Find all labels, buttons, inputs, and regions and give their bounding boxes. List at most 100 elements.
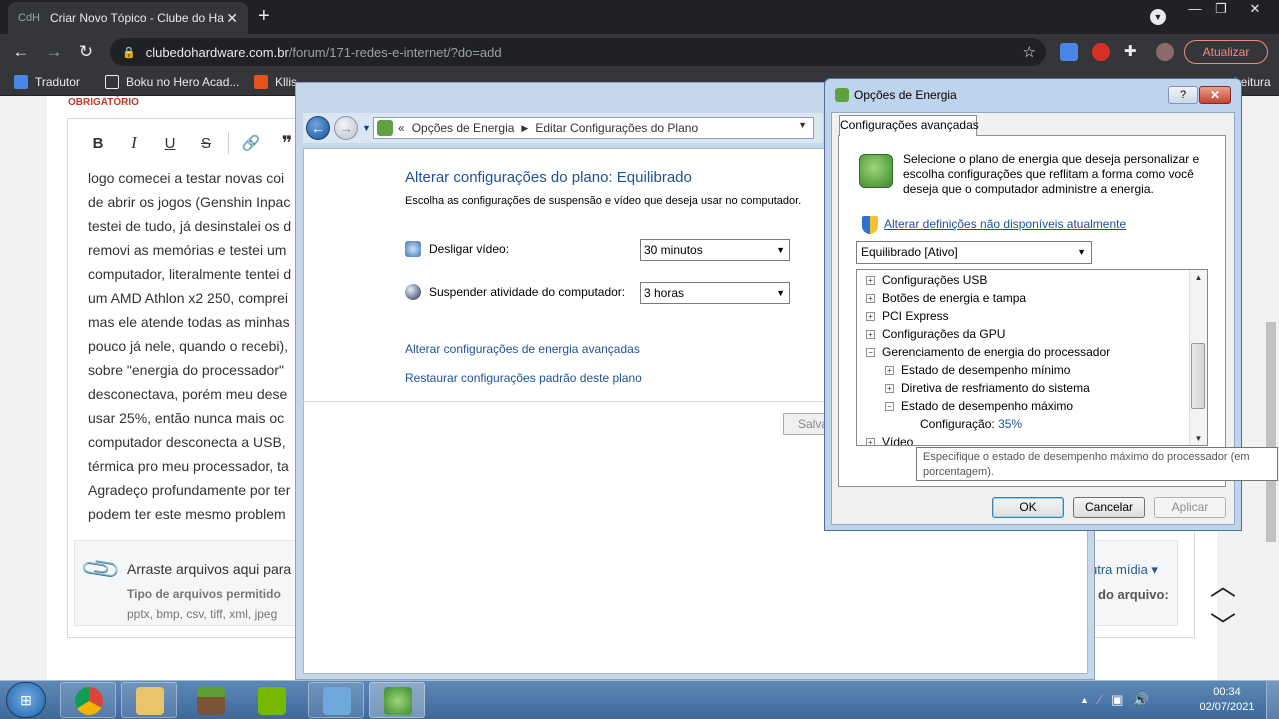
tab-search-icon[interactable]: ▼ xyxy=(1150,9,1166,25)
cancel-button[interactable]: Cancelar xyxy=(1073,497,1145,518)
link-icon[interactable]: 🔗 xyxy=(233,134,269,152)
volume-icon[interactable]: 🔊 xyxy=(1133,692,1149,708)
restore-icon[interactable]: ❐ xyxy=(1206,0,1236,18)
nvidia-task[interactable] xyxy=(243,682,299,718)
address-dropdown-icon[interactable]: ▼ xyxy=(798,120,807,130)
breadcrumb-item[interactable]: Opções de Energia xyxy=(412,121,515,135)
bookmark-item[interactable]: Kllis xyxy=(254,75,297,89)
text-line: mas ele atende todas as minhas xyxy=(88,314,290,330)
chevron-down-icon: ▼ xyxy=(1077,247,1086,257)
expand-icon[interactable]: + xyxy=(866,293,875,303)
editor-body-text[interactable]: logo comecei a testar novas coi de abrir… xyxy=(88,166,298,526)
profile-avatar[interactable] xyxy=(1156,43,1174,61)
bold-button[interactable]: B xyxy=(80,135,116,152)
collapse-icon[interactable]: − xyxy=(866,347,875,357)
control-panel-task[interactable] xyxy=(308,682,364,718)
strikethrough-button[interactable]: S xyxy=(188,135,224,152)
close-tab-icon[interactable]: ✕ xyxy=(226,10,238,27)
close-button[interactable]: ✕ xyxy=(1199,86,1231,104)
tree-item-max-state[interactable]: − Estado de desempenho máximo xyxy=(885,399,1073,413)
start-button[interactable]: ⊞ xyxy=(6,682,46,718)
scroll-down-icon[interactable]: ﹀ xyxy=(1210,606,1236,643)
chevron-down-icon: ▼ xyxy=(776,245,785,255)
power-plan-select[interactable]: Equilibrado [Ativo] ▼ xyxy=(856,241,1092,264)
show-desktop-button[interactable] xyxy=(1266,681,1279,719)
battery-plug-icon xyxy=(384,687,412,715)
tree-item-gpu[interactable]: + Configurações da GPU xyxy=(866,327,1005,341)
tree-item-video[interactable]: + Vídeo xyxy=(866,435,913,445)
update-button[interactable]: Atualizar xyxy=(1184,40,1268,64)
expand-icon[interactable]: + xyxy=(866,329,875,339)
back-icon[interactable]: ← xyxy=(306,116,330,140)
page-scroll-thumb[interactable] xyxy=(1266,322,1276,542)
ok-button[interactable]: OK xyxy=(992,497,1064,518)
url-domain: clubedohardware.com.br xyxy=(145,44,289,60)
text-line: desconectava, porém meu dese xyxy=(88,386,288,402)
back-icon[interactable]: ← xyxy=(10,42,32,62)
network-icon[interactable]: ▣ xyxy=(1111,692,1123,708)
adblock-extension-icon[interactable] xyxy=(1092,43,1110,61)
close-window-icon[interactable]: ✕ xyxy=(1240,0,1270,18)
new-tab-icon[interactable]: + xyxy=(258,5,270,28)
nvidia-icon xyxy=(258,687,286,715)
bookmark-item[interactable]: Tradutor xyxy=(14,75,80,89)
tree-item-processor-power[interactable]: − Gerenciamento de energia do processador xyxy=(866,345,1110,359)
bookmark-star-icon[interactable]: ☆ xyxy=(1023,43,1036,61)
setting-value[interactable]: 35% xyxy=(998,417,1022,431)
breadcrumb[interactable]: « Opções de Energia ▶ Editar Configuraçõ… xyxy=(373,117,814,139)
clock[interactable]: 00:34 02/07/2021 xyxy=(1196,685,1258,715)
minecraft-task[interactable] xyxy=(182,682,238,718)
history-dropdown-icon[interactable]: ▼ xyxy=(362,123,371,133)
scroll-up-icon[interactable]: ︿ xyxy=(1210,566,1236,603)
forward-icon[interactable]: → xyxy=(43,42,65,62)
uac-shield-icon xyxy=(862,216,878,234)
tree-item-min-state[interactable]: + Estado de desempenho mínimo xyxy=(885,363,1070,377)
restore-defaults-link[interactable]: Restaurar configurações padrão deste pla… xyxy=(405,371,642,385)
explorer-task[interactable] xyxy=(121,682,177,718)
expand-icon[interactable]: + xyxy=(885,365,894,375)
power-options-icon xyxy=(377,120,393,136)
display-off-select[interactable]: 30 minutos ▼ xyxy=(640,239,790,261)
translate-extension-icon[interactable] xyxy=(1060,43,1078,61)
help-button[interactable]: ? xyxy=(1168,86,1198,104)
tab-advanced-settings[interactable]: Configurações avançadas xyxy=(839,115,979,136)
scroll-up-icon[interactable]: ▲ xyxy=(1190,273,1207,282)
tree-item-cooling-policy[interactable]: + Diretiva de resfriamento do sistema xyxy=(885,381,1090,395)
expand-icon[interactable]: + xyxy=(866,437,875,445)
tree-item-setting[interactable]: Configuração: 35% xyxy=(920,417,1022,431)
other-media-button[interactable]: utra mídia ▾ xyxy=(1090,562,1158,578)
tree-item-pci-express[interactable]: + PCI Express xyxy=(866,309,949,323)
underline-button[interactable]: U xyxy=(152,135,188,152)
expand-icon[interactable]: + xyxy=(866,275,875,285)
advanced-settings-link[interactable]: Alterar configurações de energia avançad… xyxy=(405,342,640,356)
save-button[interactable]: Salva xyxy=(783,413,828,435)
power-options-task[interactable] xyxy=(369,682,425,718)
tree-item-usb[interactable]: + Configurações USB xyxy=(866,273,987,287)
battery-plug-icon xyxy=(859,154,893,188)
text-line: sobre "energia do processador" xyxy=(88,362,284,378)
chrome-task[interactable] xyxy=(60,682,116,718)
expand-icon[interactable]: + xyxy=(885,383,894,393)
tray-expand-icon[interactable]: ▲ xyxy=(1080,695,1089,705)
url-input[interactable]: 🔒 clubedohardware.com.br/forum/171-redes… xyxy=(110,38,1046,66)
pen-icon[interactable]: ⁄ xyxy=(1099,692,1101,707)
collapse-icon[interactable]: − xyxy=(885,401,894,411)
sleep-select[interactable]: 3 horas ▼ xyxy=(640,282,790,304)
file-label: do arquivo: xyxy=(1098,587,1169,602)
expand-icon[interactable]: + xyxy=(866,311,875,321)
bookmark-item[interactable]: Boku no Hero Acad... xyxy=(105,75,239,89)
breadcrumb-item[interactable]: Editar Configurações do Plano xyxy=(535,121,698,135)
settings-tree[interactable]: + Configurações USB + Botões de energia e … xyxy=(856,269,1208,446)
breadcrumb-separator-icon: ▶ xyxy=(521,122,529,133)
scroll-down-icon[interactable]: ▼ xyxy=(1190,434,1207,443)
apply-button[interactable]: Aplicar xyxy=(1154,497,1226,518)
italic-button[interactable]: I xyxy=(116,133,152,153)
tree-scroll-thumb[interactable] xyxy=(1191,343,1205,409)
display-clock-icon xyxy=(405,241,421,257)
change-unavailable-settings-link[interactable]: Alterar definições não disponíveis atual… xyxy=(884,217,1126,231)
forward-icon[interactable]: → xyxy=(334,116,358,140)
extensions-puzzle-icon[interactable]: ✚ xyxy=(1124,43,1142,61)
tree-item-power-buttons[interactable]: + Botões de energia e tampa xyxy=(866,291,1026,305)
browser-tab[interactable]: CdH Criar Novo Tópico - Clube do Ha ✕ xyxy=(8,2,248,34)
reload-icon[interactable]: ↻ xyxy=(75,42,97,62)
